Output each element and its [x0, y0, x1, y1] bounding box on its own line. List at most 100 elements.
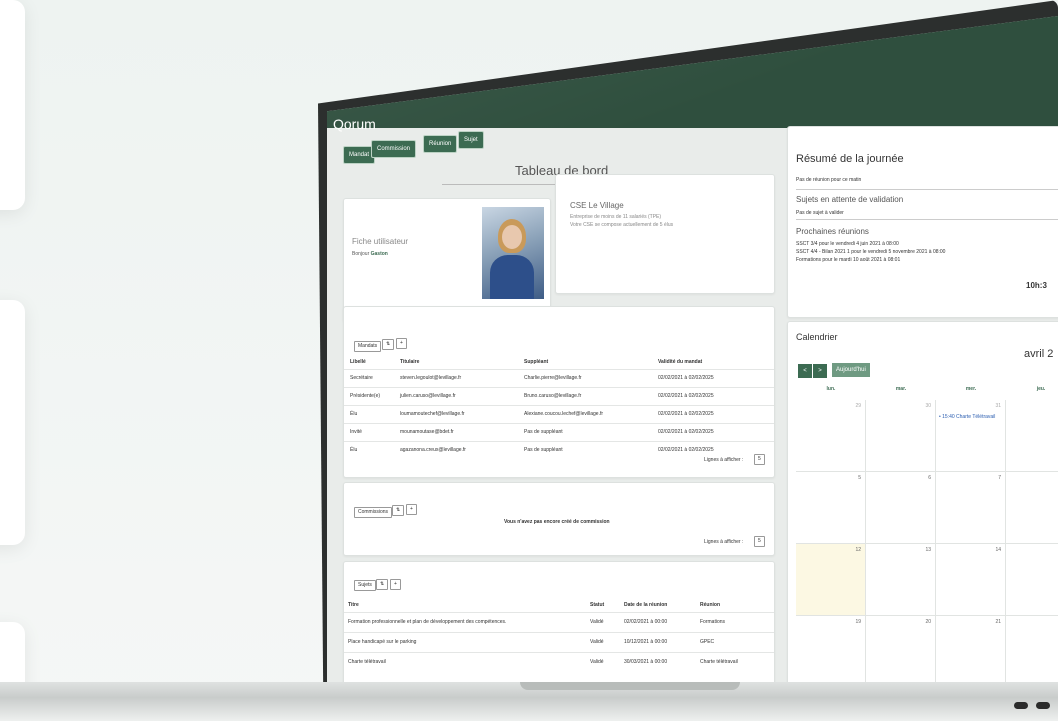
- calendar-day-cell[interactable]: [1006, 400, 1058, 472]
- indicator-light: [1014, 702, 1028, 709]
- calendar-prev-button[interactable]: <: [798, 364, 812, 378]
- table-cell: 30/03/2021 à 00:00: [624, 659, 668, 665]
- calendar-date: 6: [928, 475, 931, 481]
- calendar-grid: lun. mar. mer. jeu. 29 30 31 • 15:40 Charte Tél…: [796, 386, 1058, 682]
- table-cell: Charte télétravail: [700, 659, 738, 665]
- commissions-lines-select[interactable]: 5: [754, 536, 765, 547]
- calendar-day-cell[interactable]: 20: [866, 616, 936, 682]
- mandats-lines-select[interactable]: 5: [754, 454, 765, 465]
- calendar-day-cell[interactable]: 21: [936, 616, 1006, 682]
- nav-commission-button[interactable]: Commission: [371, 140, 417, 158]
- calendar-date: 20: [925, 619, 931, 625]
- calendar-event[interactable]: • 15:40 Charte Télétravail: [939, 414, 995, 420]
- table-cell: Invité: [350, 429, 362, 435]
- calendar-day-cell[interactable]: [1006, 616, 1058, 682]
- calendar-date: 21: [995, 619, 1001, 625]
- user-name: Gaston: [370, 251, 388, 257]
- user-greeting: Bonjour Gaston: [352, 251, 388, 257]
- calendar-date: 13: [925, 547, 931, 553]
- table-header: Suppléant: [524, 359, 549, 365]
- table-header: Validité du mandat: [658, 359, 703, 365]
- table-cell: julien.caruso@levillage.fr: [400, 393, 456, 399]
- summary-panel: Résumé de la journée Pas de réunion pour…: [787, 126, 1058, 318]
- sort-icon[interactable]: ⇅: [376, 579, 389, 590]
- mandats-button[interactable]: Mandats: [354, 341, 382, 352]
- table-cell: Alexiane.coucou.lechef@levillage.fr: [524, 411, 604, 417]
- calendar-date: 7: [998, 475, 1001, 481]
- calendar-day-cell[interactable]: 5: [796, 472, 866, 544]
- summary-next-title: Prochaines réunions: [796, 227, 869, 236]
- mandats-lines-label: Lignes à afficher :: [704, 457, 744, 463]
- table-cell: Présidente(e): [350, 393, 381, 399]
- table-cell: agazanona.creux@levillage.fr: [400, 447, 466, 453]
- add-sujet-button[interactable]: +: [390, 579, 401, 590]
- sujets-table: Titre Statut Date de la réunion Réunion Form…: [344, 600, 774, 682]
- table-cell: 02/02/2021 à 02/02/2025: [658, 411, 714, 417]
- calendar-panel: Calendrier avril 2 < > Aujourd'hui lun. m…: [787, 321, 1058, 682]
- table-cell: 02/02/2021 à 02/02/2025: [658, 429, 714, 435]
- cse-line1: Entreprise de moins de 11 salariés (TPE): [570, 214, 662, 220]
- table-cell: Élu: [350, 447, 358, 453]
- add-mandat-button[interactable]: +: [396, 338, 407, 349]
- table-cell: Charte télétravail: [348, 659, 386, 665]
- calendar-day-header: mer.: [965, 386, 977, 392]
- cse-card: CSE Le Village Entreprise de moins de 11…: [555, 174, 775, 294]
- sujets-panel: Sujets ⇅ + Titre Statut Date de la réunion…: [343, 561, 775, 682]
- nav-reunion-button[interactable]: Réunion: [423, 135, 458, 153]
- mandats-table: Libellé Titulaire Suppléant Validité du man…: [344, 357, 774, 467]
- calendar-date: 19: [855, 619, 861, 625]
- calendar-day-header: jeu.: [1036, 386, 1046, 392]
- calendar-day-header: lun.: [826, 386, 836, 392]
- add-commission-button[interactable]: +: [406, 504, 417, 515]
- nav-sujet-button[interactable]: Sujet: [458, 131, 484, 149]
- table-cell: Pas de suppléant: [524, 429, 563, 435]
- table-header: Titulaire: [400, 359, 420, 365]
- sujets-button[interactable]: Sujets: [354, 580, 376, 591]
- calendar-next-button[interactable]: >: [813, 364, 827, 378]
- commissions-button[interactable]: Commissions: [354, 507, 393, 518]
- calendar-day-cell[interactable]: [1006, 472, 1058, 544]
- calendar-day-cell[interactable]: 7: [936, 472, 1006, 544]
- table-cell: 02/02/2021 à 02/02/2025: [658, 447, 714, 453]
- calendar-day-cell[interactable]: 19: [796, 616, 866, 682]
- calendar-date: 12: [855, 547, 861, 553]
- calendar-day-cell[interactable]: 12: [796, 544, 866, 616]
- table-cell: 02/02/2021 à 02/02/2025: [658, 375, 714, 381]
- table-header: Statut: [590, 602, 605, 608]
- sort-icon[interactable]: ⇅: [392, 505, 405, 516]
- user-card: Fiche utilisateur Bonjour Gaston: [343, 198, 551, 322]
- table-cell: 10/12/2021 à 00:00: [624, 639, 668, 645]
- calendar-day-cell[interactable]: [1006, 544, 1058, 616]
- app-logo: Qorum: [333, 116, 376, 132]
- table-header: Date de la réunion: [624, 602, 668, 608]
- calendar-date: 5: [858, 475, 861, 481]
- calendar-day-cell[interactable]: 29: [796, 400, 866, 472]
- calendar-day-cell[interactable]: 13: [866, 544, 936, 616]
- table-cell: mounamoutase@bdet.fr: [400, 429, 454, 435]
- commissions-empty-text: Vous n'avez pas encore créé de commissio…: [504, 519, 610, 525]
- table-header: Réunion: [700, 602, 720, 608]
- next-meeting-item: Formations pour le mardi 10 août 2021 à …: [796, 257, 901, 263]
- calendar-day-cell[interactable]: 14: [936, 544, 1006, 616]
- table-cell: Formation professionnelle et plan de dév…: [348, 619, 507, 625]
- table-cell: Validé: [590, 619, 604, 625]
- next-meeting-item: SSCT 4/4 - Bilan 2021 1 pour le vendredi…: [796, 249, 946, 255]
- calendar-day-header: mar.: [895, 386, 907, 392]
- calendar-date: 29: [855, 403, 861, 409]
- calendar-day-cell[interactable]: 31 • 15:40 Charte Télétravail: [936, 400, 1006, 472]
- table-cell: Charlie.pierre@levillage.fr: [524, 375, 582, 381]
- summary-no-meeting: Pas de réunion pour ce matin: [796, 177, 862, 183]
- summary-title: Résumé de la journée: [796, 153, 904, 165]
- greeting-text: Bonjour: [352, 251, 370, 257]
- calendar-today-button[interactable]: Aujourd'hui: [832, 363, 870, 377]
- calendar-month: avril 2: [1024, 348, 1054, 360]
- summary-time: 10h:3: [1026, 281, 1047, 290]
- calendar-day-cell[interactable]: 6: [866, 472, 936, 544]
- mandats-panel: Mandats ⇅ + Libellé Titulaire Suppléant Val…: [343, 306, 775, 478]
- table-cell: steven.legoulot@levillage.fr: [400, 375, 462, 381]
- calendar-day-cell[interactable]: 30: [866, 400, 936, 472]
- calendar-date: 14: [995, 547, 1001, 553]
- table-cell: GPEC: [700, 639, 715, 645]
- table-header: Libellé: [350, 359, 366, 365]
- sort-icon[interactable]: ⇅: [382, 339, 395, 350]
